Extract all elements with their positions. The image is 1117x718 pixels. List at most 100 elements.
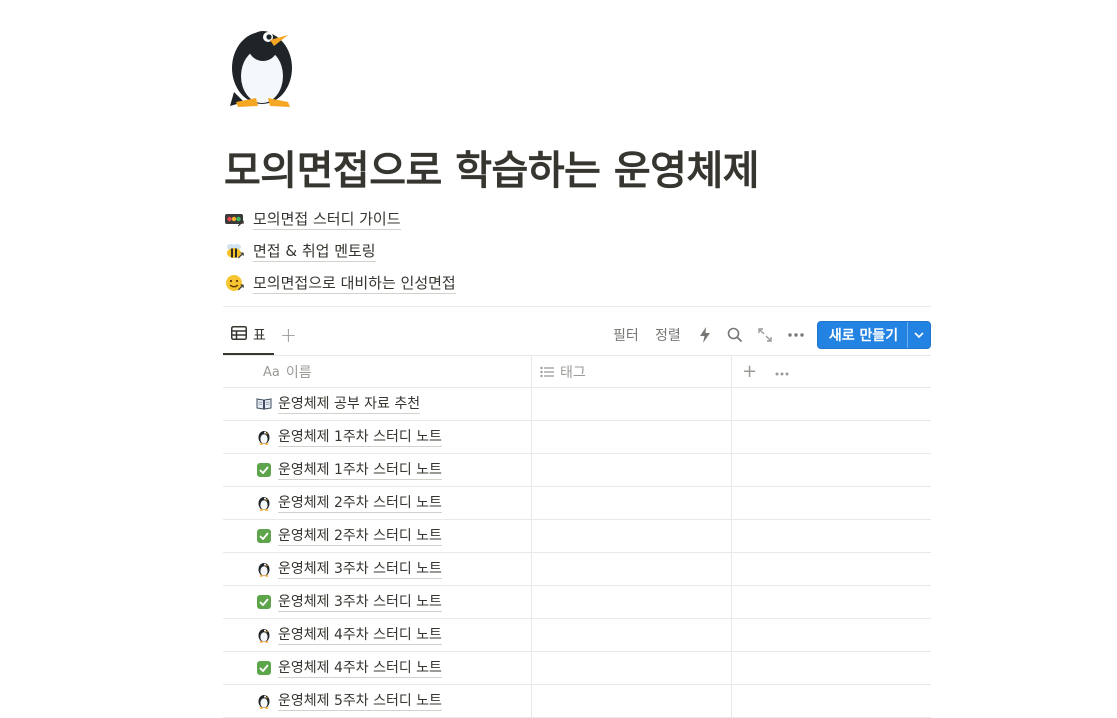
new-button: 새로 만들기 xyxy=(817,321,931,349)
bee-icon: ↗ xyxy=(223,240,245,262)
cell-tag[interactable] xyxy=(531,388,732,420)
column-header-actions: + xyxy=(731,356,931,388)
new-button-label[interactable]: 새로 만들기 xyxy=(818,325,907,345)
cell-empty xyxy=(731,487,932,519)
table-row: 운영체제 2주차 스터디 노트 xyxy=(223,520,931,553)
check-icon xyxy=(256,462,272,478)
cell-empty xyxy=(731,652,932,684)
table-row: 운영체제 5주차 스터디 노트 xyxy=(223,685,931,718)
row-title: 운영체제 2주차 스터디 노트 xyxy=(278,527,442,546)
row-title: 운영체제 4주차 스터디 노트 xyxy=(278,659,442,678)
table-row: 운영체제 4주차 스터디 노트 xyxy=(223,652,931,685)
cell-name[interactable]: 운영체제 1주차 스터디 노트 xyxy=(223,454,530,486)
row-title: 운영체제 1주차 스터디 노트 xyxy=(278,428,442,447)
linked-pages: ↗ 모의면접 스터디 가이드 ↗ 면접 & 취업 멘토링 ↗ 모의면접으로 대비… xyxy=(223,203,456,299)
add-view-icon[interactable]: + xyxy=(280,325,297,345)
add-property-icon[interactable]: + xyxy=(742,363,757,381)
cell-name[interactable]: 운영체제 1주차 스터디 노트 xyxy=(223,421,530,453)
check-icon xyxy=(256,594,272,610)
table-header: Aa 이름 태그 + xyxy=(223,355,931,388)
table-row: 운영체제 3주차 스터디 노트 xyxy=(223,553,931,586)
cell-tag[interactable] xyxy=(531,454,732,486)
cell-tag[interactable] xyxy=(531,520,732,552)
table-row: 운영체제 2주차 스터디 노트 xyxy=(223,487,931,520)
cell-empty xyxy=(731,619,932,651)
cell-empty xyxy=(731,388,932,420)
cell-empty xyxy=(731,454,932,486)
column-header-tag-label: 태그 xyxy=(560,365,586,381)
cell-tag[interactable] xyxy=(531,553,732,585)
row-title: 운영체제 3주차 스터디 노트 xyxy=(278,593,442,612)
tab-table-view-label: 표 xyxy=(253,328,266,344)
table-row: 운영체제 1주차 스터디 노트 xyxy=(223,454,931,487)
link-label: 면접 & 취업 멘토링 xyxy=(253,241,376,262)
cell-empty xyxy=(731,421,932,453)
cell-tag[interactable] xyxy=(531,619,732,651)
database-table: Aa 이름 태그 + 운영체제 공부 자료 추천 운영체제 1주차 스터디 노트… xyxy=(223,355,931,718)
cell-name[interactable]: 운영체제 3주차 스터디 노트 xyxy=(223,553,530,585)
penguin-icon[interactable] xyxy=(226,22,306,108)
book-icon xyxy=(256,396,272,412)
cell-tag[interactable] xyxy=(531,421,732,453)
table-row: 운영체제 공부 자료 추천 xyxy=(223,388,931,421)
traffic-light-icon: ↗ xyxy=(223,208,245,230)
penguin-icon xyxy=(256,693,272,709)
link-label: 모의면접으로 대비하는 인성면접 xyxy=(253,273,456,294)
row-title: 운영체제 1주차 스터디 노트 xyxy=(278,461,442,480)
column-header-tag[interactable]: 태그 xyxy=(531,356,731,388)
cell-tag[interactable] xyxy=(531,487,732,519)
cell-empty xyxy=(731,520,932,552)
row-title: 운영체제 3주차 스터디 노트 xyxy=(278,560,442,579)
tab-table-view[interactable]: 표 xyxy=(223,317,274,355)
more-options-icon[interactable] xyxy=(775,364,789,380)
filter-button[interactable]: 필터 xyxy=(613,317,639,353)
row-title: 운영체제 4주차 스터디 노트 xyxy=(278,626,442,645)
cell-name[interactable]: 운영체제 공부 자료 추천 xyxy=(223,388,530,420)
link-label: 모의면접 스터디 가이드 xyxy=(253,209,401,230)
table-row: 운영체제 1주차 스터디 노트 xyxy=(223,421,931,454)
link-arrow-icon: ↗ xyxy=(236,219,245,230)
link-arrow-icon: ↗ xyxy=(236,283,245,294)
page-title[interactable]: 모의면접으로 학습하는 운영체제 xyxy=(224,140,760,202)
table-body: 운영체제 공부 자료 추천 운영체제 1주차 스터디 노트 운영체제 1주차 스터디… xyxy=(223,388,931,718)
cell-tag[interactable] xyxy=(531,586,732,618)
link-study-guide[interactable]: ↗ 모의면접 스터디 가이드 xyxy=(223,203,456,235)
search-icon[interactable] xyxy=(727,317,743,353)
cell-name[interactable]: 운영체제 5주차 스터디 노트 xyxy=(223,685,530,717)
text-property-icon: Aa xyxy=(263,364,280,380)
cell-empty xyxy=(731,685,932,717)
column-header-name[interactable]: Aa 이름 xyxy=(223,356,530,388)
link-personality-interview[interactable]: ↗ 모의면접으로 대비하는 인성면접 xyxy=(223,267,456,299)
divider xyxy=(223,306,931,307)
lightning-icon[interactable] xyxy=(699,317,711,353)
table-row: 운영체제 4주차 스터디 노트 xyxy=(223,619,931,652)
check-icon xyxy=(256,528,272,544)
cell-name[interactable]: 운영체제 2주차 스터디 노트 xyxy=(223,520,530,552)
column-header-name-label: 이름 xyxy=(285,365,312,381)
more-options-icon[interactable] xyxy=(788,317,804,353)
penguin-icon xyxy=(256,561,272,577)
cell-name[interactable]: 운영체제 4주차 스터디 노트 xyxy=(223,619,530,651)
link-mentoring[interactable]: ↗ 면접 & 취업 멘토링 xyxy=(223,235,456,267)
cell-name[interactable]: 운영체제 4주차 스터디 노트 xyxy=(223,652,530,684)
cell-tag[interactable] xyxy=(531,652,732,684)
penguin-icon xyxy=(256,495,272,511)
database-toolbar: 표 + 필터 정렬 새로 만들기 xyxy=(223,317,931,355)
penguin-icon xyxy=(256,627,272,643)
expand-icon[interactable] xyxy=(758,317,772,353)
cell-name[interactable]: 운영체제 3주차 스터디 노트 xyxy=(223,586,530,618)
link-arrow-icon: ↗ xyxy=(236,251,245,262)
table-row: 운영체제 3주차 스터디 노트 xyxy=(223,586,931,619)
smile-face-icon: ↗ xyxy=(223,272,245,294)
check-icon xyxy=(256,660,272,676)
penguin-icon xyxy=(256,429,272,445)
row-title: 운영체제 공부 자료 추천 xyxy=(278,395,421,414)
table-icon xyxy=(231,326,247,344)
list-icon xyxy=(540,366,554,378)
row-title: 운영체제 5주차 스터디 노트 xyxy=(278,692,442,711)
row-title: 운영체제 2주차 스터디 노트 xyxy=(278,494,442,513)
chevron-down-icon[interactable] xyxy=(907,322,930,348)
sort-button[interactable]: 정렬 xyxy=(655,317,681,353)
cell-tag[interactable] xyxy=(531,685,732,717)
cell-name[interactable]: 운영체제 2주차 스터디 노트 xyxy=(223,487,530,519)
